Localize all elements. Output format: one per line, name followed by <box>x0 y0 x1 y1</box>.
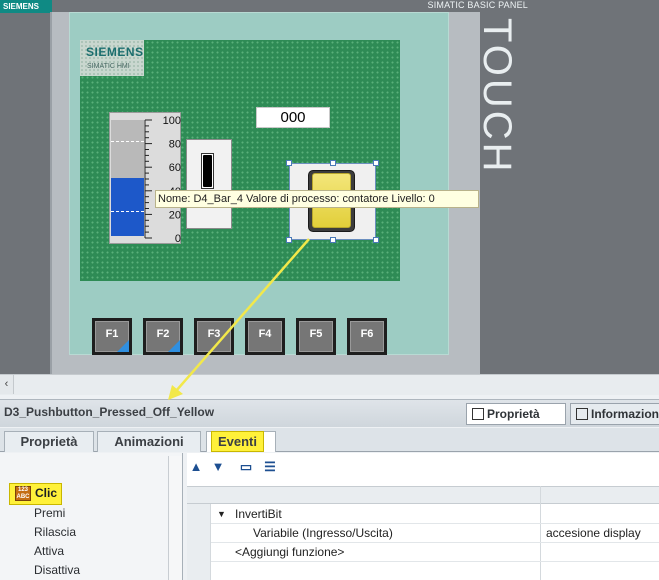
level-bar-fill <box>111 178 144 236</box>
key-assigned-icon <box>168 340 180 352</box>
resize-handle-se[interactable] <box>373 237 379 243</box>
resize-handle-s[interactable] <box>330 237 336 243</box>
function-grid-header <box>187 486 659 504</box>
bar-limit-high <box>111 141 144 142</box>
list-icon[interactable]: ☰ <box>262 459 278 475</box>
resize-handle-ne[interactable] <box>373 160 379 166</box>
properties-icon <box>472 408 484 420</box>
function-row-invertibit[interactable]: ▼ InvertiBit <box>211 505 659 524</box>
tab-label: Informazioni <box>591 407 659 421</box>
resize-handle-n[interactable] <box>330 160 336 166</box>
screen-logo-sub: SIMATIC HMI <box>87 63 130 70</box>
level-bar-scale: 100806040200 <box>144 115 181 242</box>
subtab-properties[interactable]: Proprietà <box>4 431 94 452</box>
function-key-label: F6 <box>350 321 384 352</box>
function-key-label: F5 <box>299 321 333 352</box>
function-grid-gutter <box>187 504 211 580</box>
function-key-f3[interactable]: F3 <box>194 318 234 355</box>
selected-object-name: D3_Pushbutton_Pressed_Off_Yellow <box>4 405 215 419</box>
scale-label: 100 <box>163 115 181 127</box>
object-tooltip: Nome: D4_Bar_4 Valore di processo: conta… <box>155 190 479 208</box>
panel-touch-label: TOUCH <box>475 18 519 175</box>
function-key-label: F4 <box>248 321 282 352</box>
bar-limit-low <box>111 211 144 212</box>
tab-label: Proprietà <box>487 407 540 421</box>
event-clic-icon: 123 ABC <box>15 486 31 501</box>
function-param-row[interactable]: Variabile (Ingresso/Uscita) accesione di… <box>211 524 659 543</box>
scale-label: 20 <box>169 209 181 221</box>
function-key-f1[interactable]: F1 <box>92 318 132 355</box>
function-param-value[interactable]: accesione display <box>546 524 641 543</box>
scale-label: 60 <box>169 162 181 174</box>
resize-handle-nw[interactable] <box>286 160 292 166</box>
scroll-left-arrow-icon[interactable]: ‹ <box>0 375 14 394</box>
event-item-disattiva[interactable]: Disattiva <box>34 561 174 579</box>
folder-icon[interactable]: ▭ <box>238 459 254 475</box>
tab-info[interactable]: Informazioni <box>570 403 659 425</box>
scale-label: 80 <box>169 139 181 151</box>
event-item-premi[interactable]: Premi <box>34 504 174 522</box>
empty-row <box>211 562 659 580</box>
move-up-icon[interactable]: ▲ <box>188 459 204 475</box>
move-down-icon[interactable]: ▼ <box>210 459 226 475</box>
screen-logo: SIEMENS <box>86 45 144 59</box>
info-icon <box>576 408 588 420</box>
event-item-clic[interactable]: Clic <box>35 486 57 500</box>
function-key-f6[interactable]: F6 <box>347 318 387 355</box>
scale-label: 0 <box>175 233 181 242</box>
function-toolbar <box>187 455 659 481</box>
function-key-f5[interactable]: F5 <box>296 318 336 355</box>
add-function-row[interactable]: <Aggiungi funzione> <box>211 543 659 562</box>
subtab-events[interactable]: Eventi <box>211 431 264 452</box>
subtab-animations[interactable]: Animazioni <box>97 431 201 452</box>
function-name: InvertiBit <box>235 507 282 521</box>
function-key-label: F3 <box>197 321 231 352</box>
toggle-switch-lever <box>203 155 212 187</box>
corner-logo: SIEMENS <box>0 0 52 13</box>
add-function-label: <Aggiungi funzione> <box>235 545 345 559</box>
collapse-triangle-icon[interactable]: ▼ <box>217 505 226 524</box>
resize-handle-sw[interactable] <box>286 237 292 243</box>
function-key-f2[interactable]: F2 <box>143 318 183 355</box>
key-assigned-icon <box>117 340 129 352</box>
horizontal-scrollbar[interactable] <box>0 374 659 395</box>
function-key-f4[interactable]: F4 <box>245 318 285 355</box>
tab-properties-main[interactable]: Proprietà <box>466 403 566 425</box>
panel-model-label: SIMATIC BASIC PANEL <box>427 0 528 10</box>
tia-portal-window: SIEMENS SIMATIC BASIC PANEL TOUCH SIEMEN… <box>0 0 659 580</box>
event-item-rilascia[interactable]: Rilascia <box>34 523 174 541</box>
counter-io-field[interactable]: 000 <box>256 107 330 128</box>
event-item-attiva[interactable]: Attiva <box>34 542 174 560</box>
function-param-name: Variabile (Ingresso/Uscita) <box>253 526 393 540</box>
